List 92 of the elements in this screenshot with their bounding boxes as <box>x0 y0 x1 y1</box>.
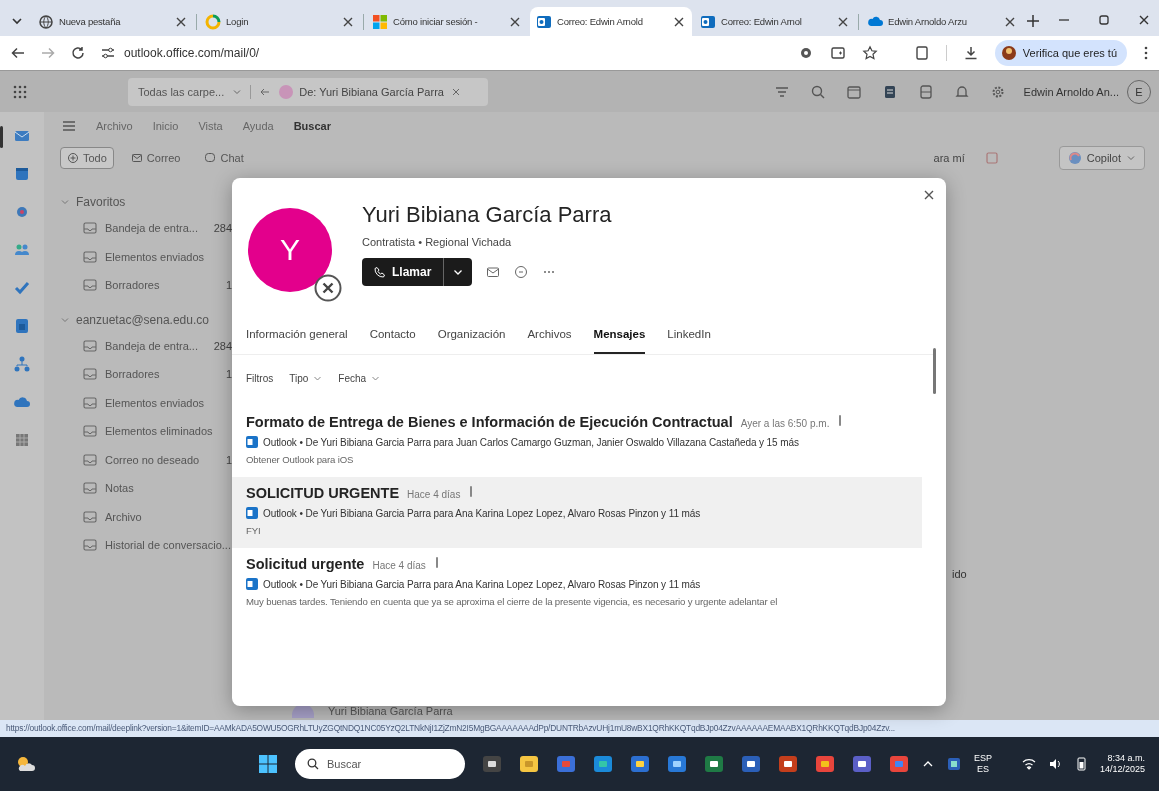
profile-button[interactable]: Verifica que eres tú <box>994 40 1127 66</box>
four-squares-icon <box>372 13 388 30</box>
folder-group[interactable]: eanzuetac@sena.edu.co <box>60 307 232 332</box>
plus-icon[interactable] <box>1025 13 1041 29</box>
chevron-down-icon <box>60 197 70 207</box>
ring-icon <box>205 13 221 30</box>
folder-item[interactable]: Borradores 1 <box>60 271 232 300</box>
background-text: ido <box>952 568 968 580</box>
presence-offline-icon <box>314 274 342 302</box>
reload-icon[interactable] <box>70 45 86 61</box>
filter-dropdown[interactable]: Fecha <box>338 373 381 384</box>
globe-icon <box>38 13 54 30</box>
browser-tab[interactable]: Cómo iniciar sesión - <box>366 7 528 36</box>
close-icon[interactable] <box>922 188 936 202</box>
folder-item[interactable]: Correo no deseado 1 <box>60 445 232 474</box>
card-tab[interactable]: Archivos <box>527 328 572 354</box>
folder-item[interactable]: Elementos enviados <box>60 388 232 417</box>
mail-app-icon <box>246 507 258 519</box>
folder-group[interactable]: Favoritos <box>60 190 232 214</box>
mail-app-icon <box>246 578 258 590</box>
filter-chip[interactable]: Correo <box>123 147 188 169</box>
folder-item[interactable]: Archivo <box>60 502 232 531</box>
browser-tab[interactable]: Edwin Arnoldo Arzu <box>861 7 1023 36</box>
folder-item[interactable]: Historial de conversacio... <box>60 531 232 560</box>
bell-icon[interactable] <box>953 83 970 100</box>
account-name[interactable]: Edwin Arnoldo An... <box>1023 85 1119 98</box>
phone-icon <box>374 266 386 278</box>
browser-tab[interactable]: Correo: Edwin Arnol <box>694 7 856 36</box>
caret-down-icon <box>1126 153 1136 163</box>
side-panel-icon[interactable] <box>913 45 930 61</box>
mail-app-icon <box>700 13 716 30</box>
address-url[interactable]: outlook.office.com/mail/0/ <box>124 46 260 60</box>
bookmark-star-icon[interactable] <box>861 45 878 61</box>
mail-app-icon <box>246 436 258 448</box>
toolbar-text: ara mí <box>933 152 965 164</box>
mail-app-icon <box>536 13 552 30</box>
copilot-button[interactable]: Copilot <box>1058 146 1145 170</box>
chat-icon[interactable] <box>514 265 529 279</box>
wifi-icon[interactable] <box>1021 757 1036 771</box>
message-item[interactable]: Formato de Entrega de Bienes e Información de Ejecución Contractual Ayer a las 6:50 p.m. Outlook • De Yuri Bibiana Garcia Parra para Juan Carlos Camargo Guzman, Janier Oswaldo Villazana Castañeda y 15 más Obtener Outlook para iOS <box>232 406 922 477</box>
browser-tab[interactable]: Login <box>199 7 361 36</box>
contact-avatar: Y <box>248 208 332 292</box>
filter-chip[interactable]: Todo <box>60 147 114 169</box>
folder-item[interactable]: Bandeja de entra... 284 <box>60 214 232 243</box>
chevron-down-icon <box>313 374 323 383</box>
cast-icon[interactable] <box>829 45 846 61</box>
site-settings-icon[interactable] <box>100 45 116 61</box>
filter-dropdown[interactable]: Tipo <box>289 373 323 384</box>
chevron-down-icon <box>371 374 381 383</box>
search-chip[interactable]: De: Yuri Bibiana García Parra <box>279 84 462 99</box>
close-icon[interactable] <box>1137 13 1151 27</box>
windows-start-icon[interactable] <box>258 754 278 774</box>
more-icon[interactable] <box>1143 45 1149 61</box>
browser-tab[interactable]: Correo: Edwin Arnold <box>530 7 692 36</box>
card-tab[interactable]: Información general <box>246 328 348 354</box>
contact-subtitle: Contratista • Regional Vichada <box>362 236 513 248</box>
plus-circle-icon <box>67 152 79 164</box>
app-launcher-icon[interactable] <box>12 83 28 100</box>
search-scope[interactable]: Todas las carpe... <box>138 85 225 98</box>
message-item[interactable]: Solicitud urgente Hace 4 días Outlook • De Yuri Bibiana Garcia Parra para Ana Karina Lopez Lopez, Alvaro Rosas Pinzon y 11 más Muy buenas tardes. Teniendo en cuenta que ya se aproxima el cierre de la presente vigencia, es necesario y urgente adelantar el <box>232 548 922 619</box>
card-tab[interactable]: LinkedIn <box>667 328 711 354</box>
filters-label: Filtros <box>246 373 274 384</box>
taskbar-clock[interactable]: 8:34 a.m. 14/12/2025 <box>1099 752 1145 776</box>
search-icon[interactable] <box>809 83 826 100</box>
menu-icon[interactable] <box>62 119 76 133</box>
folder-item[interactable]: Elementos enviados <box>60 242 232 271</box>
card-tab[interactable]: Contacto <box>369 328 416 354</box>
restore-icon[interactable] <box>1097 13 1111 27</box>
note-icon[interactable] <box>917 83 934 100</box>
ribbon-tab[interactable]: Inicio <box>152 120 179 132</box>
hierarchy-icon[interactable] <box>12 354 32 374</box>
folder-item[interactable]: Bandeja de entra... 284 <box>60 331 232 360</box>
contact-name: Yuri Bibiana García Parra <box>362 202 612 228</box>
taskbar-search-field[interactable]: Buscar <box>295 749 465 779</box>
speaker-icon[interactable] <box>1047 757 1062 771</box>
language-indicator[interactable]: ESP ES <box>973 752 992 776</box>
tray-app-icon[interactable] <box>945 756 962 772</box>
message-item[interactable]: SOLICITUD URGENTE Hace 4 días Outlook • De Yuri Bibiana Garcia Parra para Ana Karina Lopez Lopez, Alvaro Rosas Pinzon y 11 más FYI <box>232 477 922 548</box>
ribbon-tab[interactable]: Buscar <box>293 120 331 132</box>
search-field[interactable]: Todas las carpe... De: Yuri Bibiana García Parra <box>128 77 488 106</box>
folder-item[interactable]: Notas <box>60 474 232 503</box>
back-icon[interactable] <box>10 45 26 61</box>
chat-icon <box>204 152 217 164</box>
card-tab[interactable]: Mensajes <box>593 328 646 354</box>
folder-item[interactable]: Elementos eliminados <box>60 417 232 446</box>
status-url: https://outlook.office.com/mail/deeplink?version=1&itemID=AAMkADA5OWU5OGRhLTUyZGQtNDQ1NC05YzQ2LTNkNjI1ZjZmN2I5MgBGAAAAAAAdPp/DUNTRbAzvUHj1mU8wBX1QRhKKQTqdBJp04ZzvAAAAAAEMAABX1QRhKKQTqdBJp04Zzv... <box>6 723 895 733</box>
browser-tab[interactable]: Nueva pestaña <box>32 7 194 36</box>
folder-item[interactable]: Borradores 1 <box>60 360 232 389</box>
calendar-icon[interactable] <box>845 83 862 100</box>
search-icon <box>307 758 319 770</box>
filter-chip[interactable]: Chat <box>197 147 251 169</box>
card-tab[interactable]: Organización <box>437 328 506 354</box>
